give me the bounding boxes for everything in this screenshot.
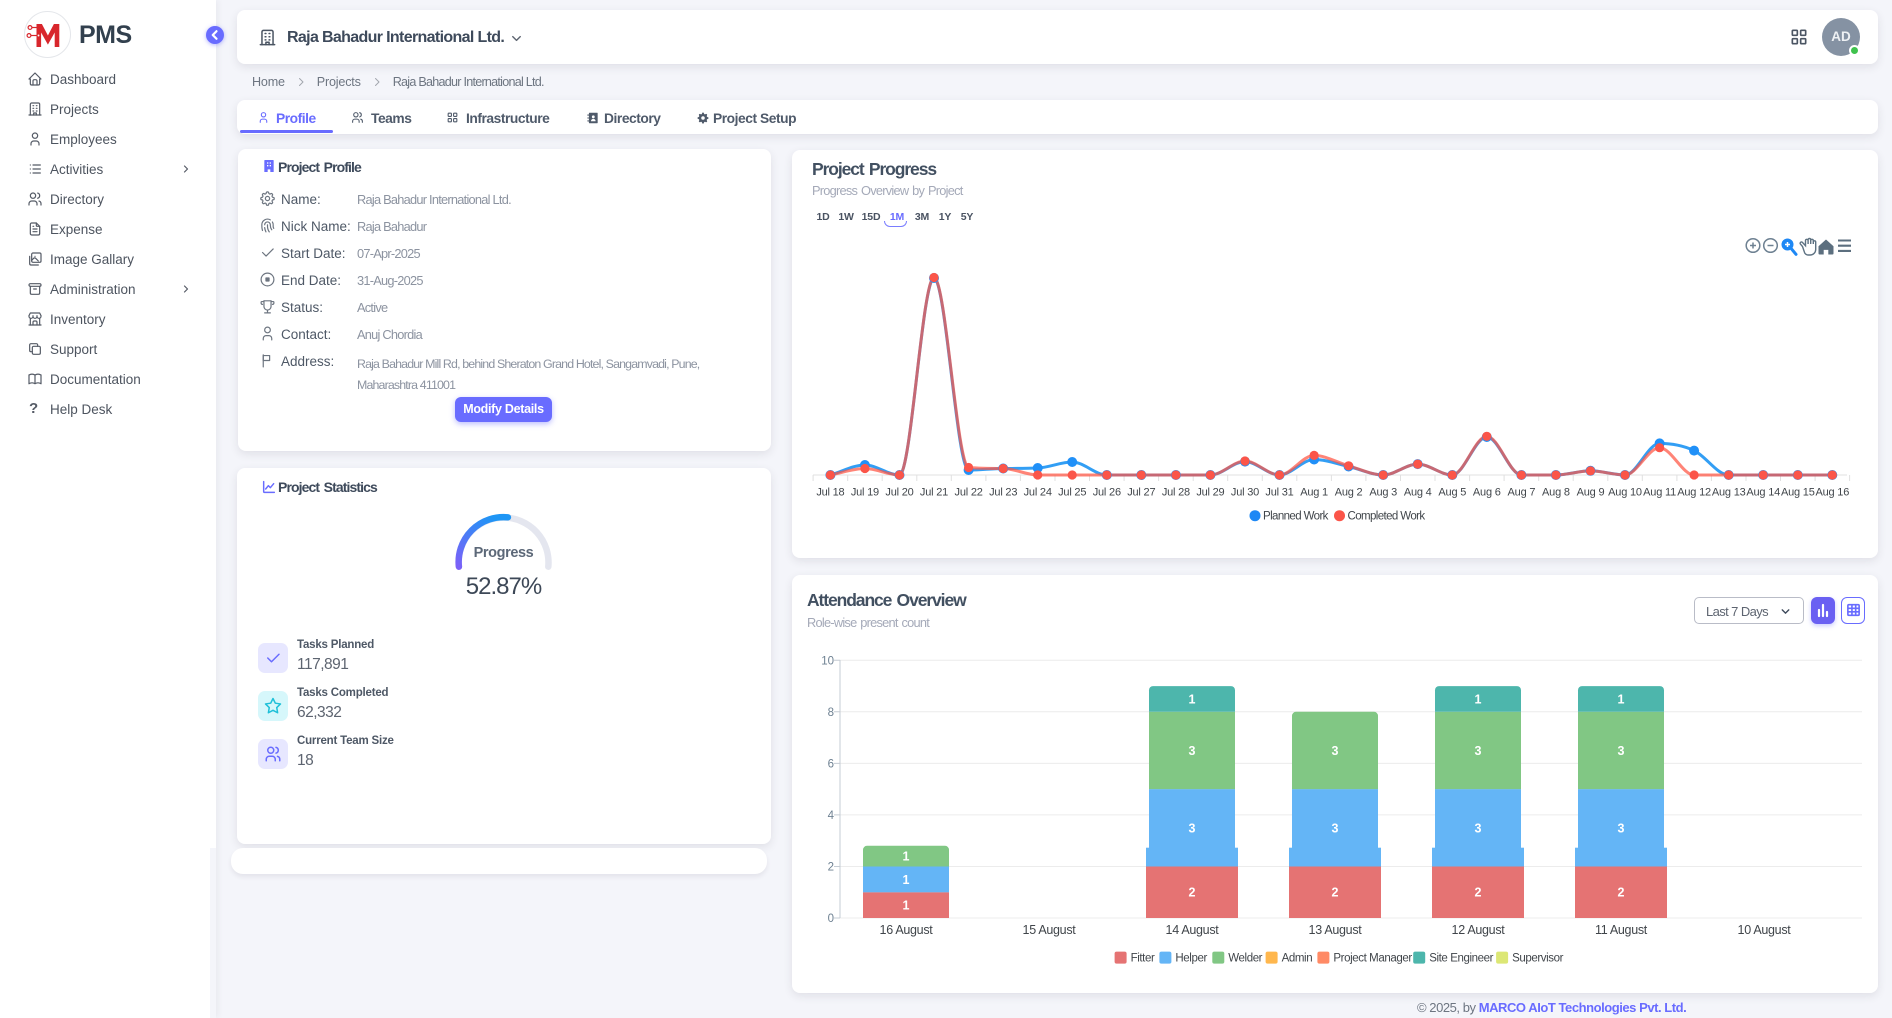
svg-text:3: 3 (1332, 744, 1339, 758)
svg-text:0: 0 (828, 913, 834, 925)
svg-text:Jul 21: Jul 21 (920, 487, 948, 499)
svg-text:Aug 1: Aug 1 (1300, 487, 1328, 499)
svg-text:Admin: Admin (1282, 952, 1313, 964)
svg-text:2: 2 (1475, 886, 1482, 900)
svg-text:3: 3 (1332, 821, 1339, 835)
svg-text:Aug 5: Aug 5 (1438, 487, 1466, 499)
svg-text:Jul 27: Jul 27 (1127, 487, 1155, 499)
svg-text:Aug 7: Aug 7 (1508, 487, 1536, 499)
svg-text:1: 1 (1189, 693, 1196, 707)
svg-text:12 August: 12 August (1452, 923, 1506, 937)
svg-text:2: 2 (1189, 886, 1196, 900)
svg-text:Aug 4: Aug 4 (1404, 487, 1432, 499)
svg-text:Jul 28: Jul 28 (1162, 487, 1190, 499)
svg-text:Aug 14: Aug 14 (1746, 487, 1780, 499)
svg-text:Site Engineer: Site Engineer (1429, 952, 1493, 964)
svg-text:1: 1 (903, 899, 910, 913)
svg-text:8: 8 (828, 707, 834, 719)
svg-text:2: 2 (1332, 886, 1339, 900)
svg-text:3: 3 (1189, 744, 1196, 758)
svg-text:3: 3 (1475, 821, 1482, 835)
svg-text:Welder: Welder (1228, 952, 1262, 964)
svg-text:Completed Work: Completed Work (1348, 511, 1426, 523)
svg-text:Jul 25: Jul 25 (1058, 487, 1086, 499)
svg-text:2: 2 (1618, 886, 1625, 900)
svg-text:Jul 19: Jul 19 (851, 487, 879, 499)
svg-text:16 August: 16 August (880, 923, 934, 937)
svg-text:Jul 30: Jul 30 (1231, 487, 1259, 499)
svg-text:Jul 20: Jul 20 (885, 487, 913, 499)
svg-text:13 August: 13 August (1309, 923, 1363, 937)
svg-text:Aug 10: Aug 10 (1608, 487, 1642, 499)
svg-text:3: 3 (1189, 821, 1196, 835)
svg-text:1: 1 (1618, 693, 1625, 707)
svg-text:1: 1 (1475, 693, 1482, 707)
svg-text:15 August: 15 August (1023, 923, 1077, 937)
svg-text:Jul 26: Jul 26 (1093, 487, 1121, 499)
svg-text:11 August: 11 August (1595, 923, 1648, 937)
svg-text:2: 2 (828, 862, 834, 874)
svg-text:14 August: 14 August (1166, 923, 1220, 937)
svg-text:Aug 8: Aug 8 (1542, 487, 1570, 499)
svg-text:Aug 12: Aug 12 (1677, 487, 1711, 499)
svg-text:Aug 13: Aug 13 (1712, 487, 1746, 499)
svg-text:Aug 9: Aug 9 (1577, 487, 1605, 499)
svg-text:10 August: 10 August (1738, 923, 1792, 937)
svg-text:3: 3 (1618, 744, 1625, 758)
svg-text:1: 1 (903, 850, 910, 864)
svg-text:Project Manager: Project Manager (1333, 952, 1412, 964)
svg-text:Jul 31: Jul 31 (1265, 487, 1293, 499)
svg-text:Jul 22: Jul 22 (955, 487, 983, 499)
svg-text:Aug 11: Aug 11 (1643, 487, 1676, 499)
svg-text:10: 10 (821, 655, 834, 667)
svg-text:Supervisor: Supervisor (1512, 952, 1564, 964)
svg-text:Aug 15: Aug 15 (1781, 487, 1815, 499)
svg-text:Fitter: Fitter (1131, 952, 1155, 964)
svg-text:Helper: Helper (1175, 952, 1207, 964)
svg-text:Aug 3: Aug 3 (1369, 487, 1397, 499)
svg-text:6: 6 (828, 758, 834, 770)
svg-text:Jul 23: Jul 23 (989, 487, 1017, 499)
svg-text:Aug 2: Aug 2 (1335, 487, 1363, 499)
svg-text:Jul 18: Jul 18 (816, 487, 844, 499)
svg-text:Jul 24: Jul 24 (1024, 487, 1052, 499)
svg-text:Jul 29: Jul 29 (1196, 487, 1224, 499)
svg-text:Aug 16: Aug 16 (1815, 487, 1849, 499)
svg-text:Planned Work: Planned Work (1263, 511, 1329, 523)
svg-text:1: 1 (903, 873, 910, 887)
svg-text:3: 3 (1618, 821, 1625, 835)
svg-text:4: 4 (828, 810, 835, 822)
svg-text:3: 3 (1475, 744, 1482, 758)
svg-text:Aug 6: Aug 6 (1473, 487, 1501, 499)
